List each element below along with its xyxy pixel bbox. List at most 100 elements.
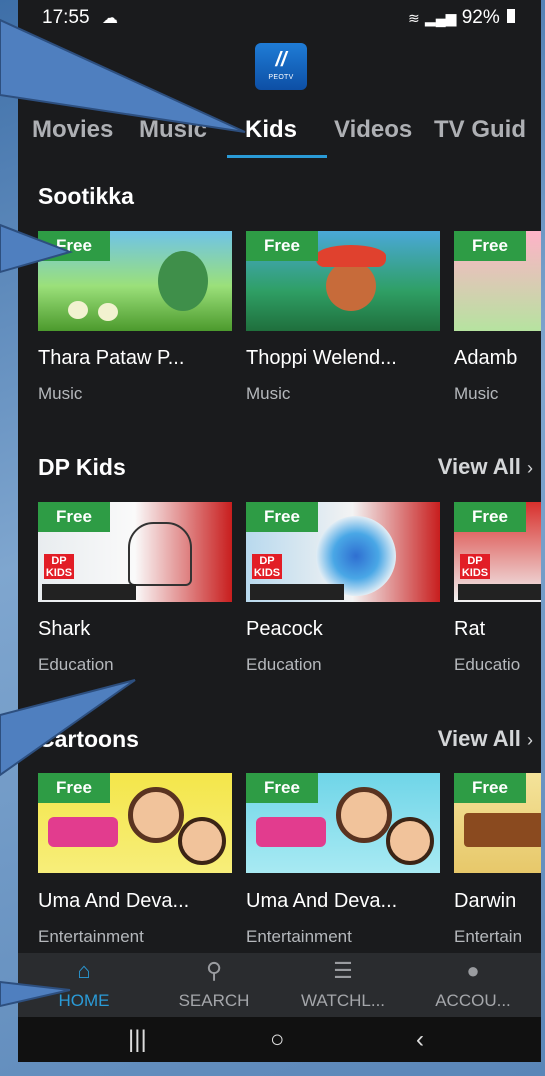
signal-icon: ▂▄▆ [424, 10, 457, 26]
sinhala-caption [250, 584, 344, 600]
content-thumbnail[interactable]: Free [38, 773, 232, 873]
free-badge: Free [454, 773, 526, 803]
content-thumbnail[interactable]: Free [246, 231, 440, 331]
category-tabs: Movies Music Kids Videos TV Guid [18, 108, 541, 160]
section-title-dp-kids: DP Kids [38, 454, 126, 480]
duck-character [158, 251, 208, 311]
tab-movies[interactable]: Movies [32, 116, 113, 144]
free-badge: Free [454, 231, 526, 261]
nav-watchlist[interactable]: ☰ WATCHL... [288, 959, 398, 1011]
cloud-icon: ☁ [102, 10, 118, 27]
active-tab-indicator [227, 155, 327, 158]
phone-screen: 17:55 ☁ ≋ ▂▄▆ 92% // PEOTV Movies Music … [18, 0, 541, 1062]
content-title[interactable]: Thoppi Welend... [246, 347, 397, 370]
tab-tv-guide[interactable]: TV Guid [434, 116, 526, 144]
dp-kids-logo: DP KIDS [460, 554, 490, 579]
boy-character [386, 817, 434, 865]
bottom-navigation: ⌂ HOME ⚲ SEARCH ☰ WATCHL... ● ACCOU... [18, 953, 541, 1017]
content-thumbnail[interactable]: DP KIDS Free [246, 502, 440, 602]
duckling-character [98, 303, 118, 321]
recent-apps-icon[interactable]: ||| [128, 1026, 147, 1054]
app-logo: // PEOTV [255, 43, 307, 90]
view-all-dp-kids[interactable]: View All › [438, 454, 533, 480]
free-badge: Free [38, 502, 110, 532]
dp-kids-logo: DP KIDS [44, 554, 74, 579]
peotv-logo-icon: // [275, 49, 287, 71]
section-title-cartoons: Cartoons [38, 726, 139, 752]
app-logo-text: PEOTV [268, 74, 294, 81]
content-title[interactable]: Peacock [246, 618, 323, 641]
content-category: Music [246, 384, 291, 403]
content-title[interactable]: Uma And Deva... [246, 890, 397, 913]
view-all-label: View All [437, 454, 521, 479]
show-logo-shape [256, 817, 326, 847]
content-title[interactable]: Darwin [454, 890, 516, 913]
content-category: Entertain [454, 927, 523, 946]
shark-drawing [128, 522, 192, 586]
free-badge: Free [454, 502, 526, 532]
nav-home-label: HOME [58, 991, 110, 1010]
free-badge: Free [246, 502, 318, 532]
boy-character [178, 817, 226, 865]
tab-kids[interactable]: Kids [245, 116, 297, 144]
content-category: Education [246, 655, 322, 674]
view-all-label: View All [437, 726, 521, 751]
content-thumbnail[interactable]: Free [454, 773, 541, 873]
content-category: Education [38, 655, 114, 674]
show-logo-shape [48, 817, 118, 847]
dp-kids-logo: DP KIDS [252, 554, 282, 579]
free-badge: Free [38, 773, 110, 803]
search-icon: ⚲ [205, 958, 223, 983]
girl-character [336, 787, 392, 843]
content-thumbnail[interactable]: Free [38, 231, 232, 331]
duckling-character [68, 301, 88, 319]
nav-account[interactable]: ● ACCOU... [418, 959, 528, 1011]
wifi-icon: ≋ [407, 10, 420, 26]
hat-shape [316, 245, 386, 267]
content-title[interactable]: Rat [454, 618, 485, 641]
content-category: Music [454, 384, 499, 403]
nav-home[interactable]: ⌂ HOME [48, 959, 120, 1011]
status-bar: 17:55 ☁ ≋ ▂▄▆ 92% [18, 0, 541, 36]
nav-account-label: ACCOU... [435, 991, 511, 1010]
content-category: Educatio [454, 655, 521, 674]
nav-search[interactable]: ⚲ SEARCH [166, 959, 262, 1011]
back-icon[interactable]: ‹ [416, 1026, 424, 1054]
content-thumbnail[interactable]: Free [246, 773, 440, 873]
free-badge: Free [246, 231, 318, 261]
content-category: Entertainment [246, 927, 352, 946]
content-title[interactable]: Adamb [454, 347, 517, 370]
tab-music[interactable]: Music [139, 116, 207, 144]
free-badge: Free [38, 231, 110, 261]
content-title[interactable]: Uma And Deva... [38, 890, 189, 913]
content-thumbnail[interactable]: Free [454, 231, 541, 331]
free-badge: Free [246, 773, 318, 803]
tab-videos[interactable]: Videos [334, 116, 412, 144]
account-icon: ● [466, 958, 480, 983]
status-right: ≋ ▂▄▆ 92% [408, 7, 515, 29]
battery-icon [507, 9, 515, 23]
content-category: Music [38, 384, 83, 403]
content-category: Entertainment [38, 927, 144, 946]
battery-level: 92% [461, 7, 500, 28]
section-title-sootikka: Sootikka [38, 183, 134, 209]
nav-search-label: SEARCH [178, 991, 250, 1010]
status-time: 17:55 [42, 7, 90, 28]
system-navigation-bar: ||| ○ ‹ [18, 1017, 541, 1062]
home-circle-icon[interactable]: ○ [270, 1026, 285, 1054]
chevron-right-icon: › [527, 730, 533, 750]
view-all-cartoons[interactable]: View All › [438, 726, 533, 752]
boy-character [326, 261, 376, 311]
nav-watchlist-label: WATCHL... [300, 991, 386, 1010]
content-title[interactable]: Thara Pataw P... [38, 347, 184, 370]
girl-character [128, 787, 184, 843]
content-thumbnail[interactable]: DP KIDS Free [38, 502, 232, 602]
home-icon: ⌂ [77, 958, 91, 983]
sinhala-caption [458, 584, 541, 600]
sinhala-caption [42, 584, 136, 600]
content-title[interactable]: Shark [38, 618, 90, 641]
watchlist-icon: ☰ [333, 958, 353, 983]
content-thumbnail[interactable]: DP KIDS Free [454, 502, 541, 602]
show-logo-shape [464, 813, 541, 847]
chevron-right-icon: › [527, 458, 533, 478]
